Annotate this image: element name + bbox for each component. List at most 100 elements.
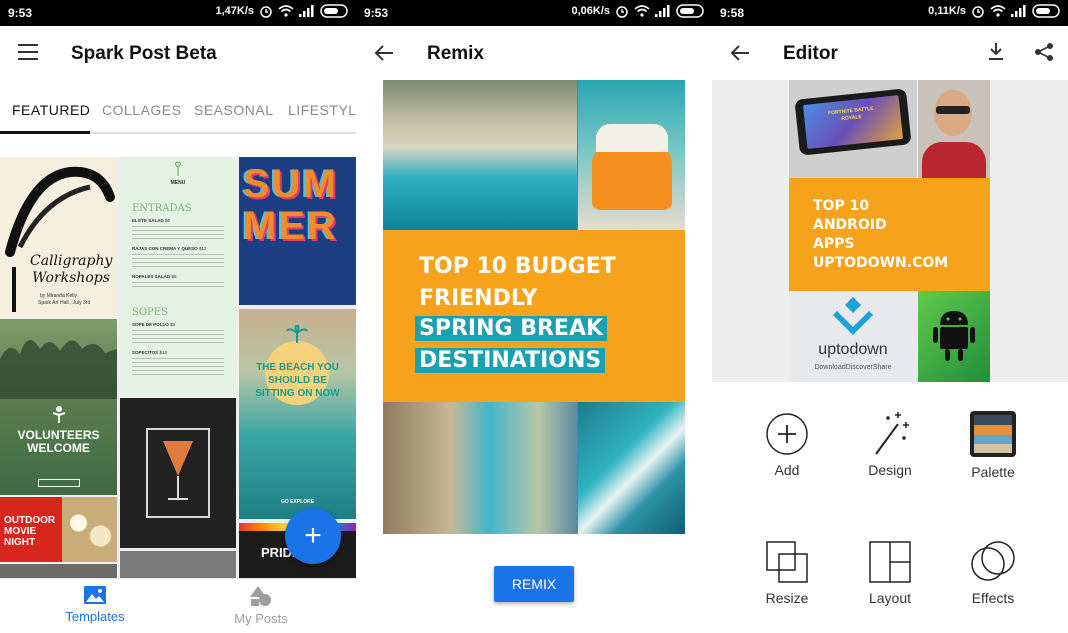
editor-line-2: ANDROID bbox=[813, 217, 887, 233]
tool-layout[interactable]: Layout bbox=[845, 540, 935, 606]
beach-cta: GO EXPLORE bbox=[280, 499, 315, 505]
category-tabs: FEATURED COLLAGES SEASONAL LIFESTYLE bbox=[0, 82, 356, 134]
nav-templates[interactable]: Templates bbox=[6, 585, 184, 624]
van-roof bbox=[596, 124, 668, 152]
template-calligraphy[interactable]: Calligraphy Workshops by Miranda Kelly S… bbox=[0, 157, 117, 317]
poster-line-3: SPRING BREAK bbox=[415, 316, 608, 341]
calligraphy-title: Calligraphy Workshops bbox=[30, 253, 113, 286]
tool-resize[interactable]: Resize bbox=[742, 540, 832, 606]
status-bar: 9:58 0,11K/s bbox=[712, 0, 1068, 26]
alarm-icon bbox=[616, 6, 628, 18]
tool-layout-label: Layout bbox=[868, 590, 912, 606]
leaf-icon bbox=[174, 161, 182, 176]
app-title: Remix bbox=[427, 43, 485, 64]
remix-poster: TOP 10 BUDGET FRIENDLY SPRING BREAK DEST… bbox=[383, 80, 685, 534]
editor-line-4: UPTODOWN.COM bbox=[813, 255, 949, 271]
editor-canvas: FORTNITE BATTLE ROYALE TOP 10 ANDROID AP… bbox=[712, 80, 1068, 382]
menu-item: RAJAS CON CREMA Y QUESO $12 bbox=[132, 246, 207, 251]
status-time: 9:53 bbox=[8, 6, 33, 20]
wifi-icon bbox=[634, 5, 650, 17]
template-summer[interactable]: SUMMER bbox=[239, 157, 356, 305]
menu-section-entradas: ENTRADAS bbox=[132, 203, 192, 214]
poster-line-1: TOP 10 BUDGET bbox=[419, 254, 616, 279]
volunteers-button bbox=[38, 479, 80, 487]
tool-add[interactable]: Add bbox=[742, 412, 832, 478]
screen-spark-post: 9:53 1,47K/s Spark Post Beta FEATURED CO… bbox=[0, 0, 356, 633]
beach-text: THE BEACH YOU SHOULD BE SITTING ON NOW bbox=[255, 362, 340, 399]
bottom-navigation: Templates My Posts bbox=[0, 578, 356, 633]
people-silhouette-art bbox=[0, 340, 117, 399]
template-drink-poster[interactable] bbox=[120, 398, 236, 548]
template-menu[interactable]: MENU ENTRADAS ELOTE SALAD $6 RAJAS CON C… bbox=[120, 157, 236, 395]
poster-line-2: FRIENDLY bbox=[419, 286, 538, 311]
status-bar: 9:53 0,06K/s bbox=[356, 0, 712, 26]
person-icon bbox=[52, 406, 66, 423]
editor-poster[interactable]: FORTNITE BATTLE ROYALE TOP 10 ANDROID AP… bbox=[789, 80, 990, 382]
menu-item: SOPE DE POLLO $8 bbox=[132, 322, 176, 327]
tool-design[interactable]: Design bbox=[845, 410, 935, 478]
cocktail-glass-art bbox=[163, 441, 193, 500]
alarm-icon bbox=[260, 6, 272, 18]
menu-section-sopes: SOPES bbox=[132, 307, 168, 318]
arrow-back-icon[interactable] bbox=[730, 44, 750, 62]
uptodown-logo-icon bbox=[833, 297, 873, 335]
tab-seasonal[interactable]: SEASONAL bbox=[194, 102, 273, 118]
editor-line-3: APPS bbox=[813, 236, 855, 252]
arrow-back-icon[interactable] bbox=[374, 44, 394, 62]
poster-band: TOP 10 BUDGET FRIENDLY SPRING BREAK DEST… bbox=[383, 230, 685, 402]
hamburger-icon[interactable] bbox=[18, 44, 38, 60]
menu-item-desc bbox=[132, 226, 224, 240]
share-icon[interactable] bbox=[1034, 42, 1054, 62]
app-bar: Remix bbox=[356, 26, 712, 82]
tool-palette[interactable]: Palette bbox=[948, 410, 1038, 480]
template-bottom-middle[interactable] bbox=[120, 551, 236, 578]
aerial-pool-photo bbox=[383, 402, 577, 534]
editor-line-1: TOP 10 bbox=[813, 198, 870, 214]
status-icons: 1,47K/s bbox=[215, 4, 350, 18]
remix-button[interactable]: REMIX bbox=[494, 566, 574, 602]
popcorn-art bbox=[62, 497, 117, 562]
tool-resize-label: Resize bbox=[765, 590, 809, 606]
van-body bbox=[592, 142, 672, 210]
app-bar: Editor bbox=[712, 26, 1068, 82]
download-icon[interactable] bbox=[988, 42, 1004, 62]
calligraphy-byline: by Miranda Kelly bbox=[40, 293, 77, 299]
app-bar: Spark Post Beta bbox=[0, 26, 356, 82]
tool-effects[interactable]: Effects bbox=[948, 540, 1038, 606]
poster-line-4: DESTINATIONS bbox=[415, 348, 606, 373]
template-volunteers[interactable]: VOLUNTEERS WELCOME bbox=[0, 319, 117, 495]
plus-icon: + bbox=[304, 519, 322, 552]
template-beach[interactable]: THE BEACH YOU SHOULD BE SITTING ON NOW G… bbox=[239, 309, 356, 519]
create-fab[interactable]: + bbox=[285, 508, 341, 564]
menu-header: MENU bbox=[170, 180, 186, 186]
battery-icon bbox=[320, 4, 348, 18]
menu-item-desc bbox=[132, 330, 224, 344]
app-title: Editor bbox=[783, 43, 838, 64]
app-title: Spark Post Beta bbox=[71, 43, 217, 64]
status-bar: 9:53 1,47K/s bbox=[0, 0, 356, 26]
battery-icon bbox=[1032, 4, 1060, 18]
menu-item-desc bbox=[132, 358, 224, 376]
uptodown-logo-panel: uptodown DownloadDiscoverShare bbox=[789, 291, 917, 382]
nav-templates-label: Templates bbox=[65, 609, 125, 624]
movie-title: OUTDOOR MOVIE NIGHT bbox=[4, 515, 56, 548]
shapes-icon bbox=[250, 586, 271, 606]
aerial-beach-photo bbox=[383, 80, 577, 230]
nav-my-posts[interactable]: My Posts bbox=[172, 585, 350, 626]
status-time: 9:53 bbox=[364, 6, 389, 20]
menu-item-desc bbox=[132, 282, 224, 288]
tab-collages[interactable]: COLLAGES bbox=[102, 102, 181, 118]
tab-lifestyle[interactable]: LIFESTYLE bbox=[288, 102, 356, 118]
menu-item: NOPALES SALAD $8 bbox=[132, 274, 177, 279]
battery-icon bbox=[676, 4, 704, 18]
van-photo bbox=[578, 80, 685, 230]
palm-tree-icon bbox=[286, 325, 308, 343]
network-speed: 0,06K/s bbox=[571, 5, 610, 17]
template-bottom-left[interactable] bbox=[0, 564, 117, 578]
status-icons: 0,06K/s bbox=[571, 4, 706, 18]
menu-item: ELOTE SALAD $6 bbox=[132, 218, 171, 223]
template-movie-night[interactable]: OUTDOOR MOVIE NIGHT bbox=[0, 497, 117, 562]
signal-icon bbox=[299, 5, 314, 17]
tab-featured[interactable]: FEATURED bbox=[12, 102, 90, 118]
tool-effects-label: Effects bbox=[971, 590, 1015, 606]
